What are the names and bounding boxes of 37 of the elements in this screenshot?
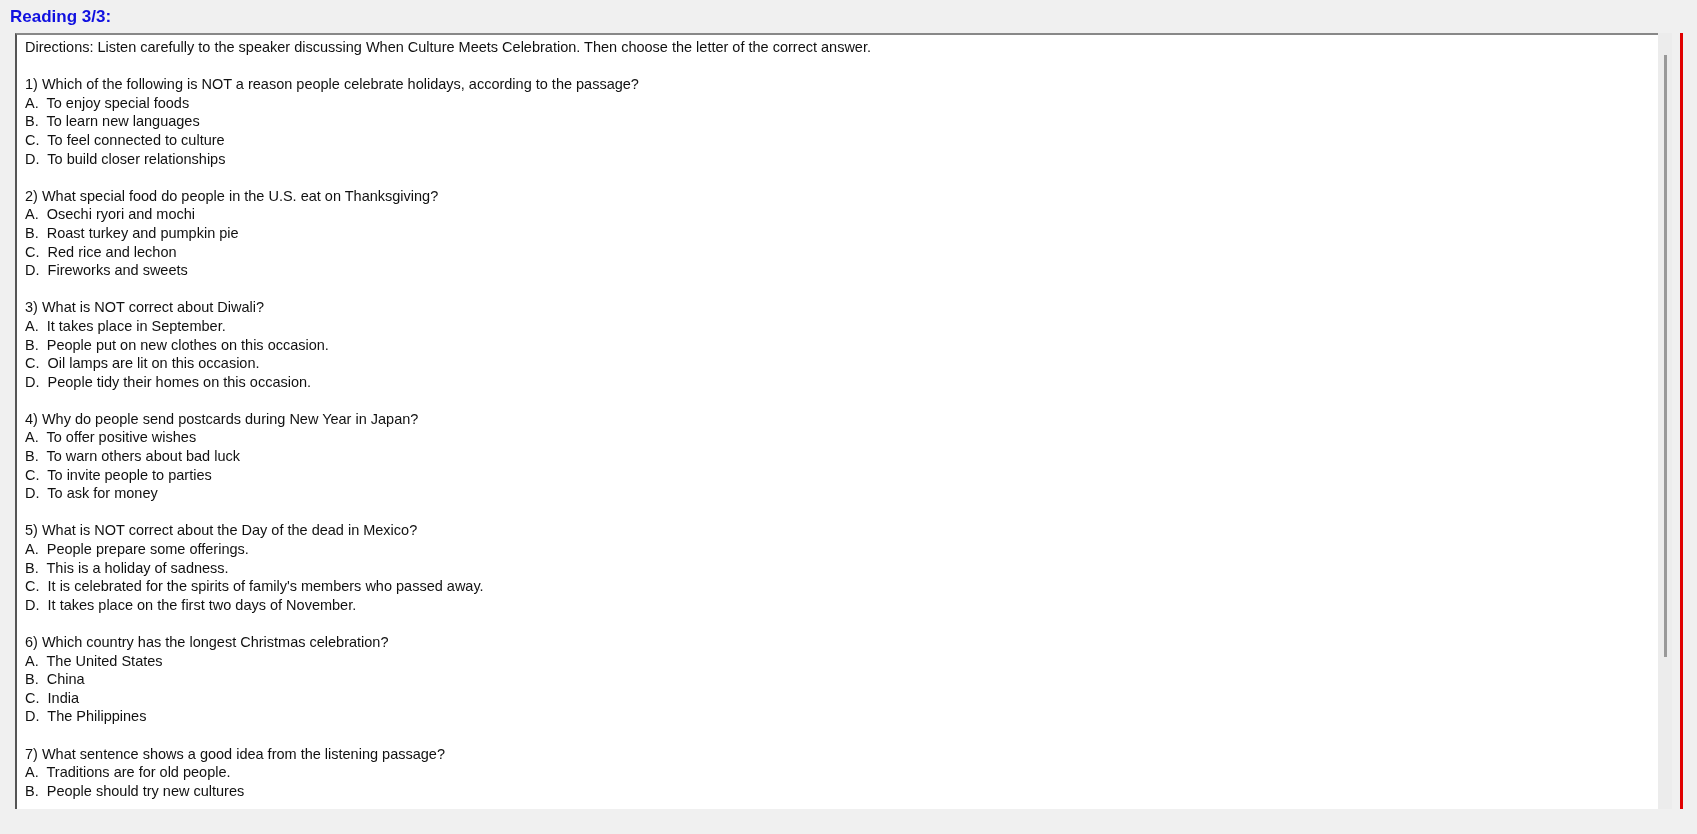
question-text: 2) What special food do people in the U.S. eat on Thanksgiving? [25,186,439,206]
answer-option: C. It is celebrated for the spirits of family's members who passed away. [25,577,484,596]
answer-option: B. To warn others about bad luck [25,447,240,466]
answer-option: A. To enjoy special foods [25,93,190,113]
answer-option: B. This is a holiday of sadness. [25,558,229,578]
answer-option: A. The United States [25,651,163,671]
question-text: 4) Why do people send postcards during New Year in Japan? [25,409,419,429]
question-text: 7) What sentence shows a good idea from the listening passage? [25,744,445,764]
answer-option: D. Fireworks and sweets [25,261,188,280]
scrollbar-thumb[interactable] [1663,55,1667,657]
question-text: 5) What is NOT correct about the Day of the dead in Mexico? [25,521,418,541]
answer-option: C. Red rice and lechon [25,242,177,262]
answer-option: B. To learn new languages [25,112,200,131]
answer-option: A. Osechi ryori and mochi [25,205,196,224]
answer-option: C. Oil lamps are lit on this occasion. [25,354,260,373]
question-text: 6) Which country has the longest Christmas celebration? [25,633,389,652]
answer-option: B. China [25,670,85,689]
question-text: 3) What is NOT correct about Diwali? [25,298,265,317]
answer-option: D. To build closer relationships [25,149,226,169]
answer-option: B. People should try new cultures [25,781,245,801]
answer-option: A. To offer positive wishes [25,428,197,448]
scrollbar[interactable] [1658,33,1672,809]
directions-text: Directions: Listen carefully to the speaker discussing When Culture Meets Celebration. Then choose the letter of the correct answer. [25,38,871,57]
answer-option: D. To ask for money [25,484,158,503]
section-title: Reading 3/3: [10,6,113,28]
answer-option: D. The Philippines [25,707,147,726]
answer-option: D. It takes place on the first two days of November. [25,595,357,615]
answer-option: C. To feel connected to culture [25,130,225,150]
question-text: 1) Which of the following is NOT a reason people celebrate holidays, according to the passage? [25,75,639,94]
answer-option: B. Roast turkey and pumpkin pie [25,223,239,243]
answer-option: D. People tidy their homes on this occasion. [25,372,312,392]
answer-option: A. People prepare some offerings. [25,540,249,559]
answer-option: A. Traditions are for old people. [25,763,231,782]
answer-option: A. It takes place in September. [25,316,226,336]
answer-option: C. India [25,688,79,708]
answer-option: B. People put on new clothes on this occasion. [25,335,329,355]
answer-option: C. To invite people to parties [25,465,212,485]
